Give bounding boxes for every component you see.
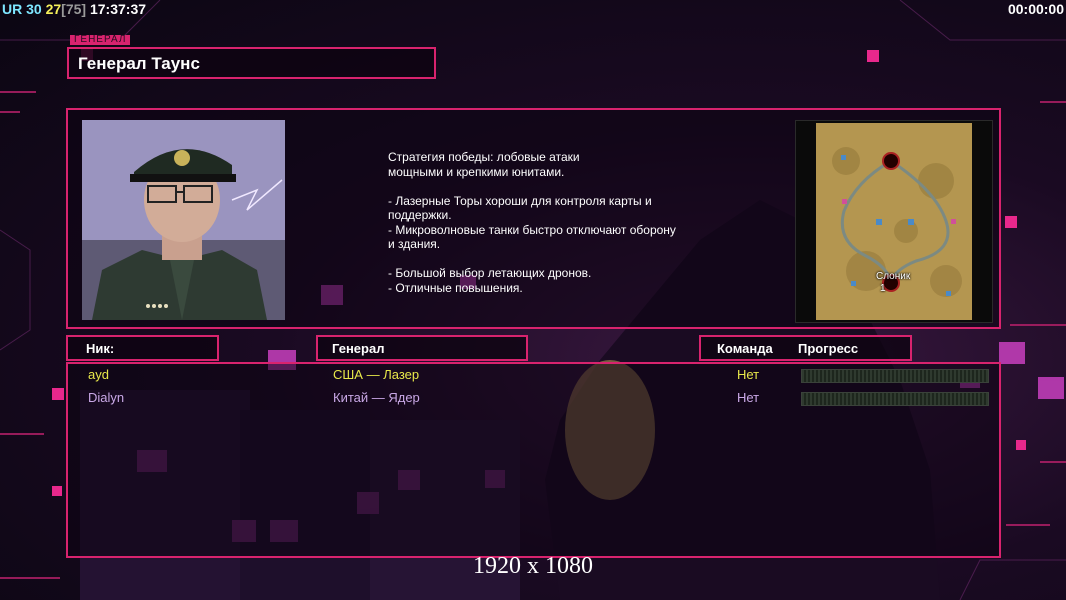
- clock: 17:37:37: [89, 1, 147, 17]
- map-preview[interactable]: Слоник 1: [795, 120, 993, 323]
- player-progress-bar: [801, 369, 989, 383]
- unit-count-max: [75]: [61, 1, 87, 17]
- header-team-progress: Команда Прогресс: [699, 335, 912, 361]
- resolution-label: 1920 x 1080: [473, 553, 593, 579]
- general-title-tab: ГЕНЕРАЛ Генерал Таунс: [67, 35, 436, 79]
- player-row[interactable]: ayd США — Лазер Нет: [68, 364, 1003, 386]
- player-nick: ayd: [88, 367, 109, 382]
- header-general-label: Генерал: [332, 341, 385, 356]
- player-general[interactable]: США — Лазер: [333, 367, 419, 382]
- status-left: UR 30 27[75] 17:37:37: [2, 1, 146, 17]
- player-row[interactable]: Dialyn Китай — Ядер Нет: [68, 387, 1003, 409]
- header-general: Генерал: [316, 335, 528, 361]
- status-bar: UR 30 27[75] 17:37:37 00:00:00: [0, 0, 1066, 20]
- map-name: Слоник: [876, 271, 911, 282]
- general-name: Генерал Таунс: [78, 54, 200, 73]
- general-description: Стратегия победы: лобовые атаки мощными …: [388, 150, 676, 295]
- player-progress-bar: [801, 392, 989, 406]
- header-team-label: Команда: [717, 341, 773, 356]
- map-start-slot: 1: [880, 283, 886, 294]
- player-nick: Dialyn: [88, 390, 125, 405]
- game-timer: 00:00:00: [1007, 1, 1064, 17]
- general-portrait: [82, 120, 285, 320]
- ur-label: UR: [2, 1, 23, 17]
- header-nick: Ник:: [66, 335, 219, 361]
- player-list-panel: ayd США — Лазер Нет Dialyn Китай — Ядер …: [66, 362, 1001, 558]
- general-tab-label: ГЕНЕРАЛ: [70, 35, 131, 45]
- player-team[interactable]: Нет: [737, 367, 759, 382]
- fps-value: 30: [26, 1, 42, 17]
- header-nick-label: Ник:: [86, 341, 115, 356]
- header-progress-label: Прогресс: [798, 341, 859, 356]
- player-team[interactable]: Нет: [737, 390, 759, 405]
- player-general[interactable]: Китай — Ядер: [333, 390, 420, 405]
- general-info-panel: Стратегия победы: лобовые атаки мощными …: [66, 108, 1001, 329]
- unit-count: 27: [45, 1, 62, 17]
